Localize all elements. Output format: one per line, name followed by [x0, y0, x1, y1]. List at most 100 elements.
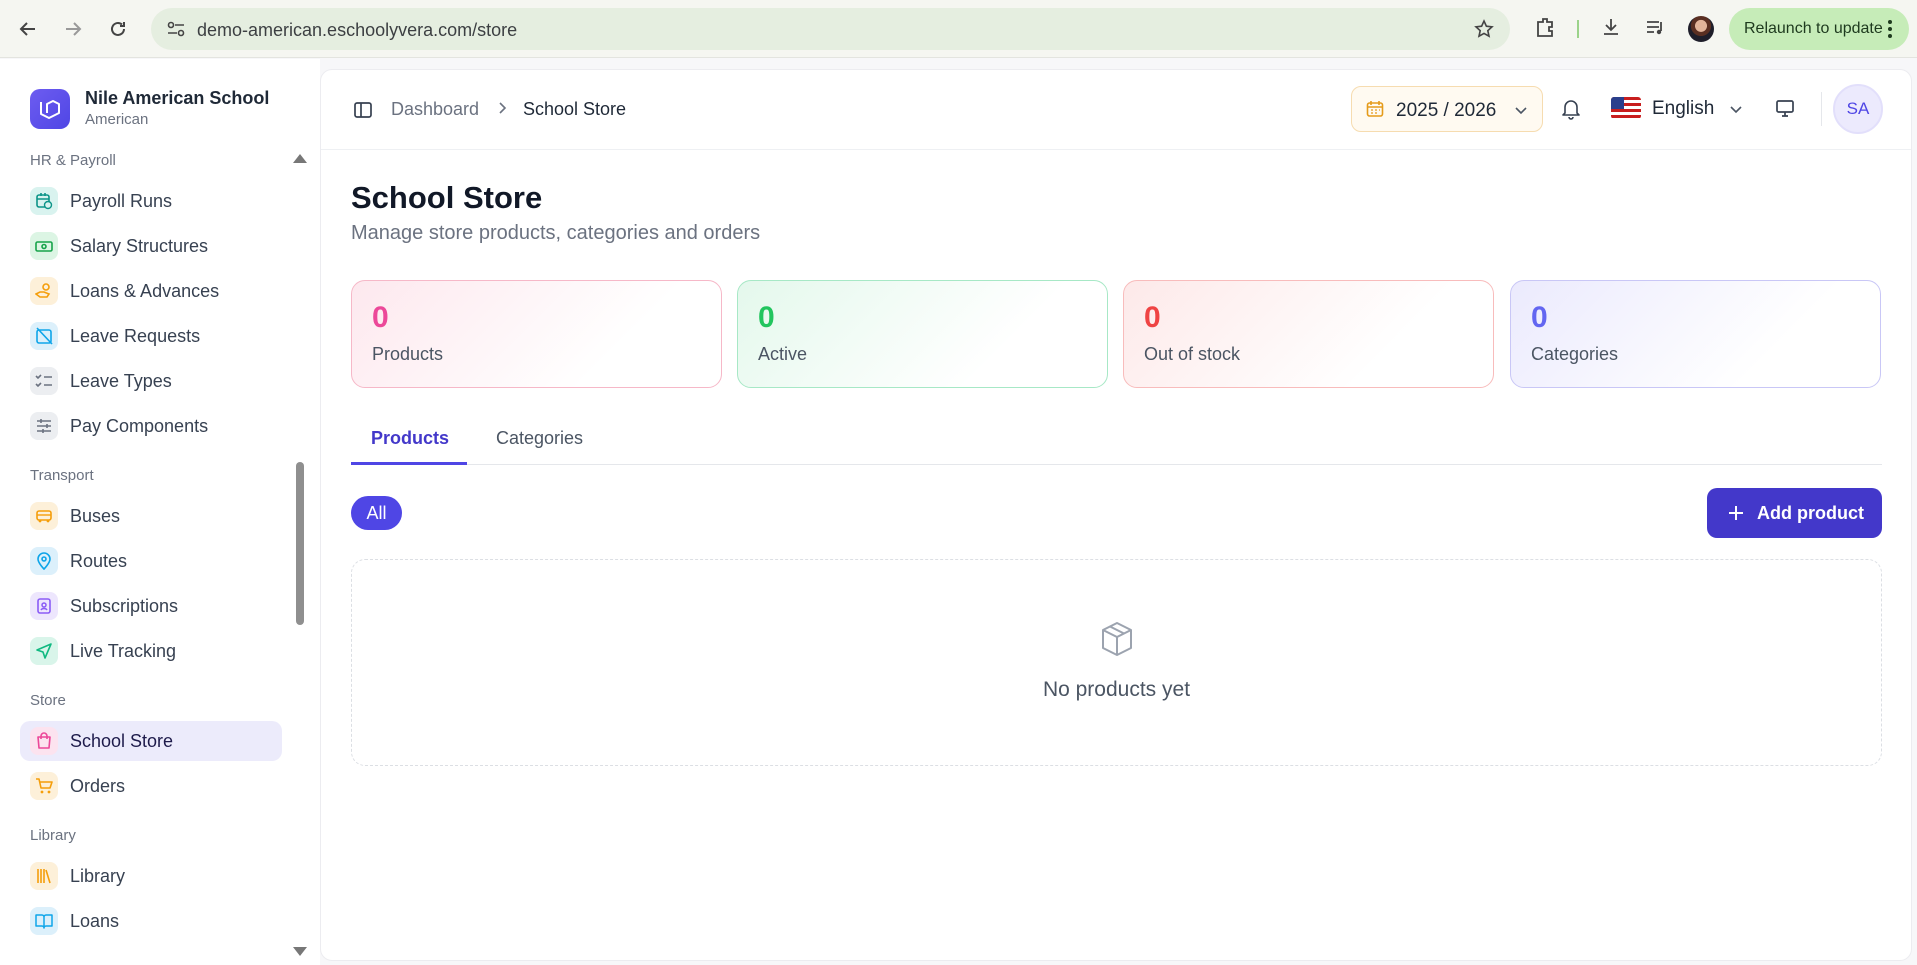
extensions-icon[interactable]	[1534, 16, 1556, 38]
forward-button[interactable]	[59, 15, 87, 43]
sidebar-item-label: Leave Requests	[70, 326, 201, 346]
stat-card-products: 0 Products	[351, 280, 722, 388]
bus-icon	[30, 502, 58, 530]
school-name: Nile American School	[85, 88, 270, 108]
add-product-label: Add product	[1757, 503, 1864, 523]
section-label-library: Library	[30, 827, 76, 844]
sidebar-item-label: School Store	[70, 731, 174, 751]
shopping-bag-icon	[30, 727, 58, 755]
breadcrumb-dashboard[interactable]: Dashboard	[391, 99, 479, 120]
calendar-clock-icon	[30, 187, 58, 215]
scroll-down-arrow[interactable]	[293, 947, 307, 956]
reload-button[interactable]	[104, 15, 132, 43]
chevron-down-icon	[1515, 107, 1527, 115]
sidebar-item-subscriptions[interactable]: Subscriptions	[20, 586, 282, 626]
brand-logo-icon[interactable]	[30, 89, 70, 129]
shopping-cart-icon	[30, 772, 58, 800]
header-divider	[1821, 92, 1822, 126]
navigation-icon	[30, 637, 58, 665]
bell-icon[interactable]	[1561, 98, 1581, 120]
browser-toolbar: demo-american.eschoolyvera.com/store Rel…	[0, 0, 1917, 58]
back-button[interactable]	[14, 15, 42, 43]
sidebar-item-school-store[interactable]: School Store	[20, 721, 282, 761]
stat-label: Categories	[1531, 344, 1619, 364]
section-label-hr-payroll: HR & Payroll	[30, 152, 116, 169]
sidebar-item-label: Subscriptions	[70, 596, 179, 616]
sidebar-item-payroll-runs[interactable]: Payroll Runs	[20, 181, 282, 221]
chevron-down-icon[interactable]	[1729, 102, 1743, 116]
relaunch-button[interactable]: Relaunch to update	[1729, 8, 1909, 50]
sidebar-item-loans-advances[interactable]: Loans & Advances	[20, 271, 282, 311]
media-queue-icon[interactable]	[1644, 16, 1666, 38]
tab-products[interactable]: Products	[371, 428, 449, 449]
sidebar-item-label: Library	[70, 866, 126, 886]
arrow-left-icon	[19, 22, 35, 36]
sidebar-item-label: Live Tracking	[70, 641, 177, 661]
site-settings-icon[interactable]	[167, 21, 185, 37]
sidebar-item-label: Buses	[70, 506, 121, 526]
school-type: American	[85, 111, 149, 128]
tab-categories[interactable]: Categories	[496, 428, 583, 449]
relaunch-label: Relaunch to update	[1744, 20, 1883, 37]
sidebar: Nile American School American HR & Payro…	[0, 59, 320, 965]
add-product-button[interactable]: Add product	[1707, 488, 1882, 538]
download-icon[interactable]	[1600, 16, 1622, 38]
sidebar-scrollbar[interactable]	[296, 462, 304, 625]
calendar-off-icon	[30, 322, 58, 350]
sliders-icon	[30, 412, 58, 440]
us-flag-icon[interactable]	[1611, 97, 1641, 119]
stat-label: Products	[372, 344, 444, 364]
sidebar-item-label: Salary Structures	[70, 236, 209, 256]
address-bar[interactable]: demo-american.eschoolyvera.com/store	[151, 8, 1510, 50]
sidebar-item-pay-components[interactable]: Pay Components	[20, 406, 282, 446]
sidebar-item-orders[interactable]: Orders	[20, 766, 282, 806]
chevron-right-icon	[499, 102, 507, 114]
monitor-icon[interactable]	[1775, 98, 1795, 118]
scroll-up-arrow[interactable]	[293, 154, 307, 163]
section-label-store: Store	[30, 692, 66, 709]
stat-label: Out of stock	[1144, 344, 1241, 364]
filter-all-chip[interactable]: All	[351, 496, 402, 530]
sidebar-item-library[interactable]: Library	[20, 856, 282, 896]
list-checks-icon	[30, 367, 58, 395]
sidebar-item-label: Routes	[70, 551, 128, 571]
package-icon	[1102, 622, 1132, 656]
sidebar-item-salary-structures[interactable]: Salary Structures	[20, 226, 282, 266]
hand-coins-icon	[30, 277, 58, 305]
sidebar-item-live-tracking[interactable]: Live Tracking	[20, 631, 282, 671]
active-tab-indicator	[351, 462, 467, 465]
sidebar-item-buses[interactable]: Buses	[20, 496, 282, 536]
book-open-icon	[30, 907, 58, 935]
calendar-icon	[1366, 101, 1384, 117]
academic-year-value: 2025 / 2026	[1396, 100, 1497, 121]
academic-year-select[interactable]: 2025 / 2026	[1351, 86, 1543, 132]
stat-value: 0	[1144, 301, 1161, 334]
map-pin-icon	[30, 547, 58, 575]
sidebar-item-label: Loans & Advances	[70, 281, 220, 301]
page-subtitle: Manage store products, categories and or…	[351, 222, 761, 244]
breadcrumb-current: School Store	[523, 99, 627, 119]
arrow-right-icon	[66, 22, 82, 36]
stat-label: Active	[758, 344, 808, 364]
toggle-sidebar-icon[interactable]	[353, 100, 373, 120]
bookmark-star-icon[interactable]	[1474, 19, 1494, 39]
language-select[interactable]: English	[1652, 98, 1714, 120]
user-initials: SA	[1846, 99, 1870, 118]
sidebar-item-leave-requests[interactable]: Leave Requests	[20, 316, 282, 356]
empty-state: No products yet	[351, 559, 1882, 766]
profile-avatar[interactable]	[1688, 16, 1714, 42]
sidebar-item-loans[interactable]: Loans	[20, 901, 282, 941]
sidebar-item-label: Payroll Runs	[70, 191, 173, 211]
url-text[interactable]: demo-american.eschoolyvera.com/store	[197, 20, 517, 41]
sidebar-item-label: Loans	[70, 911, 120, 931]
user-avatar[interactable]: SA	[1833, 84, 1883, 134]
stat-card-categories: 0 Categories	[1510, 280, 1881, 388]
stat-card-out-of-stock: 0 Out of stock	[1123, 280, 1494, 388]
library-icon	[30, 862, 58, 890]
sidebar-item-leave-types[interactable]: Leave Types	[20, 361, 282, 401]
more-vert-icon	[1888, 20, 1892, 38]
sidebar-item-routes[interactable]: Routes	[20, 541, 282, 581]
sidebar-item-label: Leave Types	[70, 371, 172, 391]
sidebar-item-label: Orders	[70, 776, 126, 796]
main-panel: Dashboard School Store 2025 / 2026 Engli…	[320, 69, 1912, 961]
